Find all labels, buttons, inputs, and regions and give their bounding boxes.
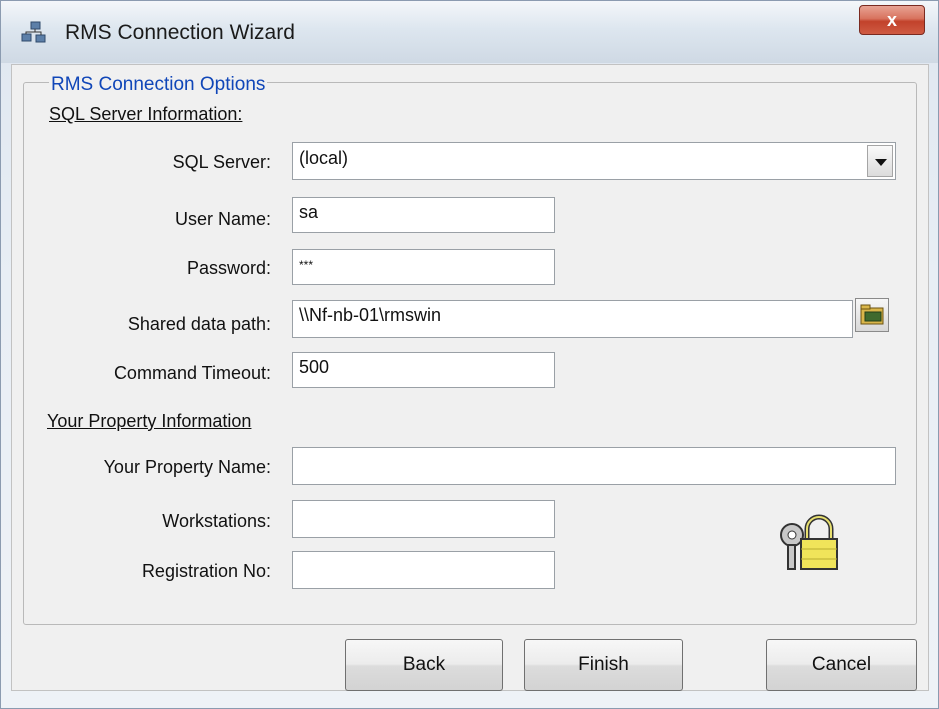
back-button[interactable]: Back <box>345 639 503 691</box>
window-title: RMS Connection Wizard <box>65 21 295 44</box>
registration-no-input[interactable] <box>292 551 555 589</box>
command-timeout-label: Command Timeout: <box>113 363 271 383</box>
title-bar[interactable]: RMS Connection Wizard x <box>1 1 938 63</box>
password-label: Password: <box>186 258 271 278</box>
workstations-label: Workstations: <box>162 511 271 531</box>
property-section-heading: Your Property Information <box>47 411 252 431</box>
password-input[interactable]: *** <box>292 249 555 285</box>
property-name-label: Your Property Name: <box>103 457 271 477</box>
close-button[interactable]: x <box>859 5 925 35</box>
chevron-down-icon[interactable] <box>867 145 893 177</box>
folder-browse-icon <box>860 304 884 325</box>
command-timeout-input[interactable]: 500 <box>292 352 555 388</box>
shared-data-path-label: Shared data path: <box>127 314 271 334</box>
network-computers-icon <box>21 21 46 43</box>
sql-server-label: SQL Server: <box>172 152 271 172</box>
wizard-window: RMS Connection Wizard x RMS Connection O… <box>0 0 939 709</box>
workstations-input[interactable] <box>292 500 555 538</box>
sql-section-heading: SQL Server Information: <box>49 104 243 124</box>
sql-server-combobox[interactable]: (local) <box>292 142 896 180</box>
finish-button[interactable]: Finish <box>524 639 683 691</box>
cancel-button[interactable]: Cancel <box>766 639 917 691</box>
property-name-input[interactable] <box>292 447 896 485</box>
user-name-input[interactable]: sa <box>292 197 555 233</box>
sql-server-value: (local) <box>299 148 349 168</box>
keys-padlock-icon <box>780 514 838 570</box>
group-legend: RMS Connection Options <box>49 74 268 96</box>
browse-button[interactable] <box>855 298 889 332</box>
user-name-label: User Name: <box>174 209 271 229</box>
registration-no-label: Registration No: <box>141 561 271 581</box>
shared-data-path-input[interactable]: \\Nf-nb-01\rmswin <box>292 300 853 338</box>
